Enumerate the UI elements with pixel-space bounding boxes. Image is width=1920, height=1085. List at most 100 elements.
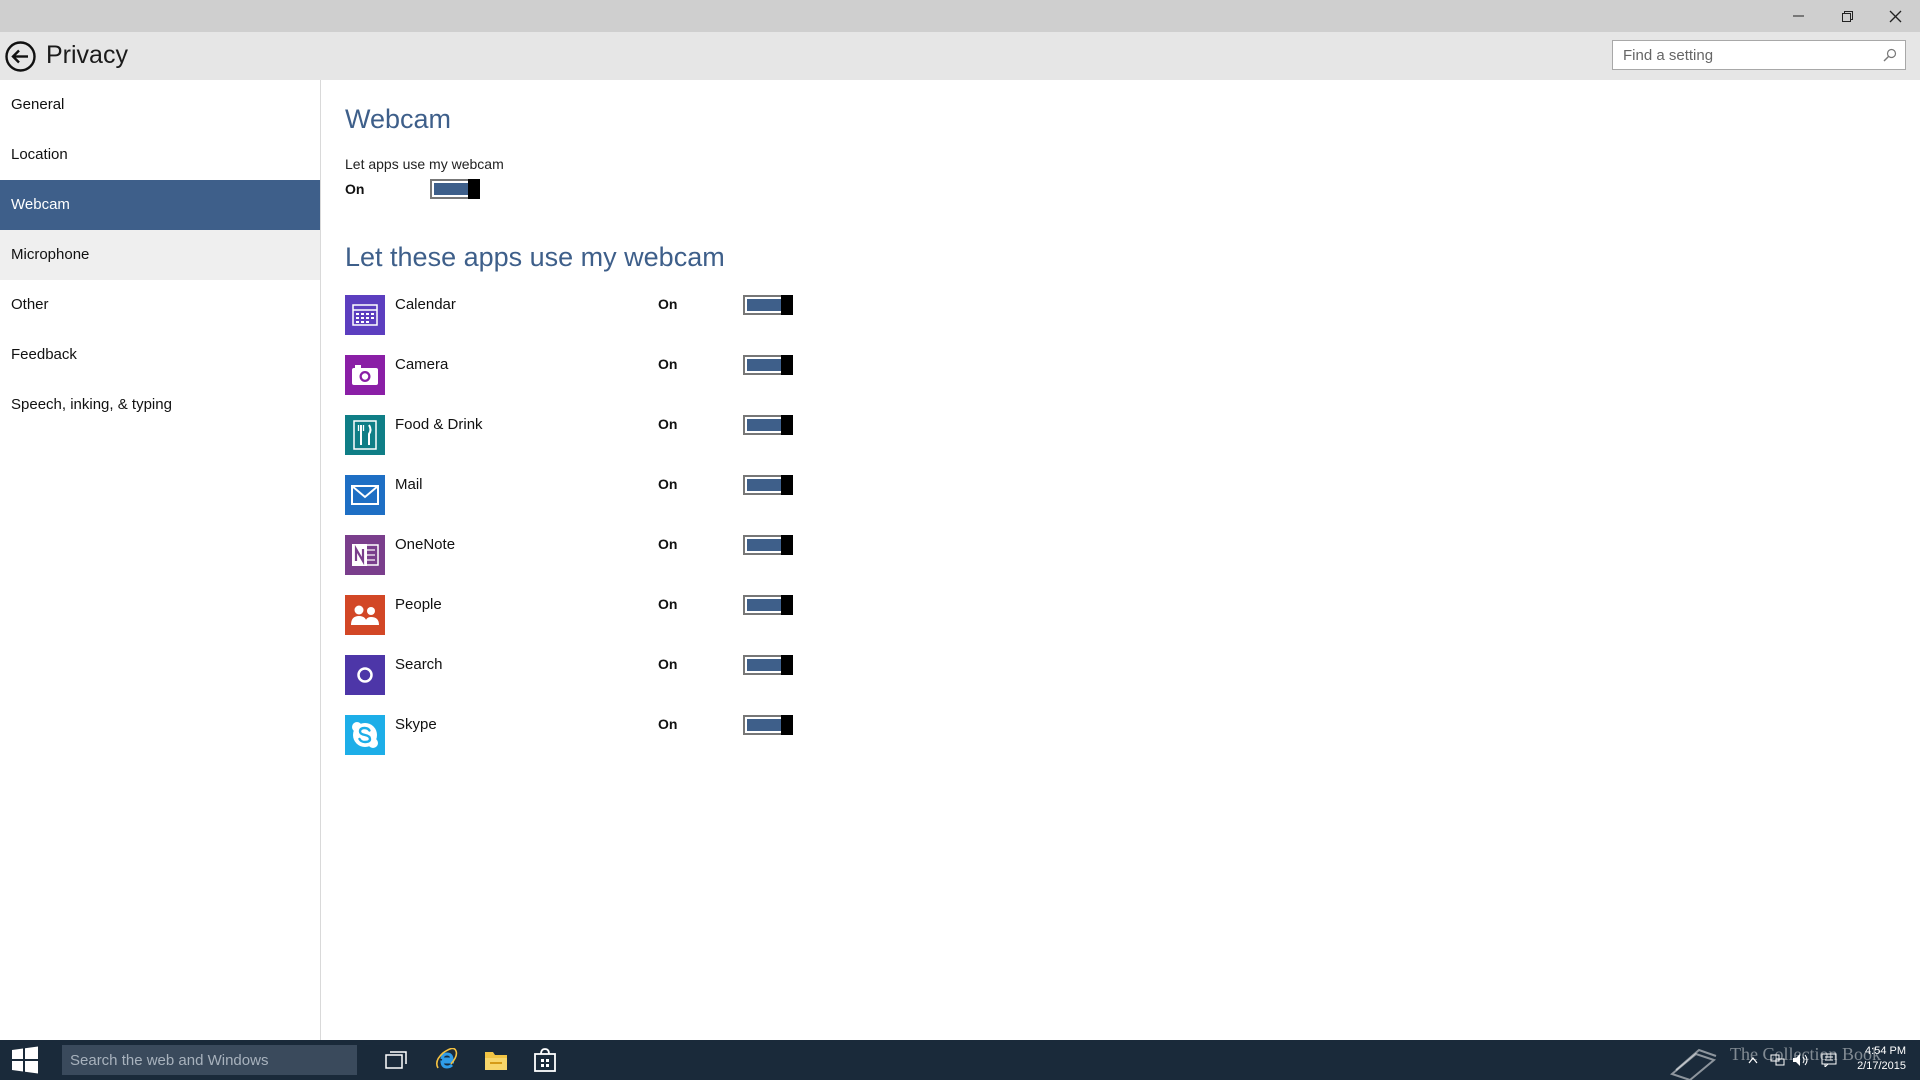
chevron-up-icon <box>1748 1057 1758 1064</box>
app-state: On <box>658 716 678 732</box>
toggle-fill <box>747 419 781 431</box>
title-bar <box>0 0 1920 32</box>
page-title: Privacy <box>46 41 128 69</box>
toggle-fill <box>747 719 781 731</box>
app-state: On <box>658 476 678 492</box>
app-name: Food & Drink <box>395 416 483 433</box>
toggle-knob <box>781 415 793 435</box>
toggle-skype[interactable] <box>743 715 793 735</box>
camera-icon <box>345 355 385 395</box>
volume-tray-button[interactable] <box>1792 1052 1810 1068</box>
restore-button[interactable] <box>1824 0 1870 32</box>
internet-explorer-button[interactable] <box>432 1045 462 1075</box>
find-setting-box[interactable] <box>1612 40 1906 70</box>
app-state: On <box>658 596 678 612</box>
watermark-logo <box>1666 1040 1722 1082</box>
internet-explorer-icon <box>436 1048 458 1069</box>
notifications-icon <box>1821 1053 1837 1067</box>
toggle-knob <box>781 535 793 555</box>
sidebar-item-general[interactable]: General <box>0 80 320 130</box>
taskbar-search-box[interactable] <box>62 1045 373 1075</box>
app-row-mail: Mail On <box>345 475 845 515</box>
network-tray-button[interactable] <box>1768 1052 1786 1068</box>
store-icon <box>534 1048 556 1072</box>
book-icon <box>1669 1048 1717 1082</box>
app-state: On <box>658 536 678 552</box>
app-row-camera: Camera On <box>345 355 845 395</box>
toggle-knob <box>468 179 480 199</box>
action-center-button[interactable] <box>1820 1052 1838 1068</box>
taskbar-clock[interactable]: 4:54 PM 2/17/2015 <box>1857 1044 1906 1074</box>
app-name: Camera <box>395 356 449 373</box>
sidebar-item-location[interactable]: Location <box>0 130 320 180</box>
mail-icon <box>345 475 385 515</box>
toggle-fill <box>747 659 781 671</box>
sidebar-item-other[interactable]: Other <box>0 280 320 330</box>
start-button[interactable] <box>0 1040 50 1080</box>
apps-heading: Let these apps use my webcam <box>345 242 725 272</box>
app-row-food-drink: Food & Drink On <box>345 415 845 455</box>
close-button[interactable] <box>1872 0 1918 32</box>
toggle-calendar[interactable] <box>743 295 793 315</box>
store-button[interactable] <box>530 1045 560 1075</box>
app-row-calendar: Calendar On <box>345 295 845 335</box>
network-icon <box>1770 1054 1785 1066</box>
app-name: Skype <box>395 716 437 733</box>
section-title: Webcam <box>345 104 452 134</box>
app-name: Calendar <box>395 296 456 313</box>
toggle-search[interactable] <box>743 655 793 675</box>
toggle-fill <box>747 539 781 551</box>
search-app-icon <box>345 655 385 695</box>
file-explorer-button[interactable] <box>481 1045 511 1075</box>
app-row-search: Search On <box>345 655 845 695</box>
sidebar-item-feedback[interactable]: Feedback <box>0 330 320 380</box>
find-setting-input[interactable] <box>1613 41 1883 69</box>
back-button[interactable] <box>4 40 37 73</box>
taskbar-search-input[interactable] <box>62 1045 373 1075</box>
app-name: OneNote <box>395 536 456 553</box>
task-view-button[interactable] <box>381 1045 411 1075</box>
close-icon <box>1889 10 1901 22</box>
app-state: On <box>658 296 678 312</box>
show-hidden-icons-button[interactable] <box>1744 1052 1762 1068</box>
onenote-icon <box>345 535 385 575</box>
calendar-icon <box>345 295 385 335</box>
app-name: People <box>395 596 442 613</box>
master-toggle-state: On <box>345 181 365 197</box>
speaker-icon <box>1793 1054 1808 1066</box>
toggle-onenote[interactable] <box>743 535 793 555</box>
sidebar-item-speech[interactable]: Speech, inking, & typing <box>0 380 320 430</box>
skype-icon <box>345 715 385 755</box>
sidebar-item-webcam[interactable]: Webcam <box>0 180 320 230</box>
toggle-fill <box>434 183 468 195</box>
back-arrow-icon <box>5 41 36 72</box>
minimize-icon <box>1793 15 1804 17</box>
toggle-people[interactable] <box>743 595 793 615</box>
app-state: On <box>658 656 678 672</box>
toggle-camera[interactable] <box>743 355 793 375</box>
master-webcam-toggle[interactable] <box>430 179 480 199</box>
toggle-food-drink[interactable] <box>743 415 793 435</box>
task-view-icon <box>385 1051 407 1069</box>
clock-date: 2/17/2015 <box>1857 1060 1906 1072</box>
minimize-button[interactable] <box>1776 0 1822 32</box>
windows-logo-icon <box>12 1046 38 1074</box>
clock-time: 4:54 PM <box>1865 1045 1906 1057</box>
toggle-fill <box>747 479 781 491</box>
toggle-knob <box>781 655 793 675</box>
app-header: Privacy <box>0 32 1920 80</box>
toggle-mail[interactable] <box>743 475 793 495</box>
app-row-people: People On <box>345 595 845 635</box>
toggle-fill <box>747 299 781 311</box>
toggle-knob <box>781 595 793 615</box>
sidebar: General Location Webcam Microphone Other… <box>0 80 321 1040</box>
food-drink-icon <box>345 415 385 455</box>
toggle-fill <box>747 599 781 611</box>
taskbar: The Collection Book 4:54 PM 2/17/2015 <box>0 1040 1920 1082</box>
toggle-knob <box>781 715 793 735</box>
toggle-knob <box>781 295 793 315</box>
search-icon[interactable] <box>1883 48 1897 62</box>
app-name: Mail <box>395 476 423 493</box>
sidebar-item-microphone[interactable]: Microphone <box>0 230 320 280</box>
master-toggle-label: Let apps use my webcam <box>345 156 504 172</box>
